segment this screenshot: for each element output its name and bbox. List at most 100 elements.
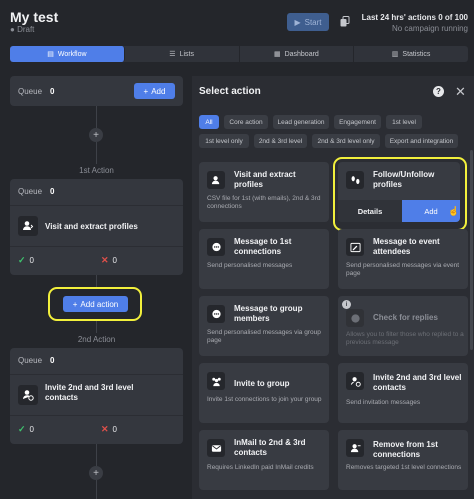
tab-statistics[interactable]: ▥ Statistics (354, 46, 468, 62)
message-icon (207, 305, 225, 323)
add-action-button[interactable]: + Add action (63, 296, 128, 312)
plus-icon: + (143, 86, 149, 96)
option-desc: Send personalised messages via group pag… (207, 329, 321, 344)
filter-export-integration[interactable]: Export and integration (385, 134, 458, 148)
campaign-status: ● Draft (10, 25, 35, 34)
workflow-icon: ▤ (47, 51, 54, 58)
option-desc: Removes targeted 1st level connections (346, 464, 462, 471)
panel-scrollbar[interactable] (470, 150, 473, 350)
info-icon[interactable]: i (342, 300, 351, 309)
option-title: Follow/Unfollow profiles (373, 170, 435, 189)
filter-lead-generation[interactable]: Lead generation (273, 115, 329, 129)
option-title: Visit and extract profiles (234, 170, 296, 189)
main-tabs: ▤ Workflow ☰ Lists ▦ Dashboard ▥ Statistics (10, 46, 468, 62)
action-card-2[interactable]: Queue 0 Invite 2nd and 3rd level contacts… (10, 348, 183, 444)
connector-line (96, 444, 97, 466)
connector-line (96, 480, 97, 499)
fail-count: ✕ 0 (101, 424, 117, 434)
event-edit-icon (346, 238, 364, 256)
tab-label: Lists (179, 50, 194, 58)
option-remove-1st[interactable]: Remove from 1st connections Removes targ… (338, 430, 468, 490)
invite-icon (346, 372, 364, 390)
action-heading: 1st Action (79, 166, 114, 175)
option-title: Check for replies (373, 313, 438, 322)
insert-step-button[interactable]: + (89, 128, 103, 142)
tab-workflow[interactable]: ▤ Workflow (10, 46, 125, 62)
visit-profile-icon (207, 171, 225, 189)
help-icon[interactable]: ? (433, 86, 444, 97)
connector-line (96, 321, 97, 333)
option-title: InMail to 2nd & 3rd contacts (234, 438, 306, 457)
replies-icon (346, 309, 364, 327)
queue-label: Queue 0 (18, 87, 55, 96)
filter-core-action[interactable]: Core action (224, 115, 268, 129)
group-icon (207, 372, 225, 390)
option-invite-2nd-3rd[interactable]: Invite 2nd and 3rd level contacts Send i… (338, 363, 468, 423)
filter-2nd-3rd-level[interactable]: 2nd & 3rd level (254, 134, 307, 148)
tab-label: Statistics (402, 50, 431, 58)
action-heading: 2nd Action (77, 335, 116, 344)
invite-icon (18, 385, 38, 405)
plus-icon: + (72, 299, 78, 309)
filter-1st-level[interactable]: 1st level (386, 115, 422, 129)
filter-all[interactable]: All (199, 115, 219, 129)
add-label: Add (424, 206, 438, 216)
option-desc: Invite 1st connections to join your grou… (207, 396, 322, 403)
status-label: Draft (17, 25, 35, 34)
remove-user-icon (346, 439, 364, 457)
option-message-event[interactable]: Message to event attendees Send personal… (338, 229, 468, 289)
option-title: Message to 1st connections (234, 237, 292, 256)
add-action-label: Add action (80, 299, 119, 309)
start-button[interactable]: ▶ Start (287, 13, 329, 31)
message-icon (207, 238, 225, 256)
option-title: Invite to group (234, 379, 290, 388)
option-desc: CSV file for 1st (with emails), 2nd & 3r… (207, 195, 321, 210)
cross-icon: ✕ (101, 424, 109, 434)
action-name: Invite 2nd and 3rd level contacts (45, 383, 134, 402)
queue-add-button[interactable]: + Add (134, 83, 175, 99)
list-icon: ☰ (169, 51, 176, 58)
option-desc: Requires LinkedIn paid InMail credits (207, 464, 314, 471)
option-desc: Send invitation messages (346, 399, 421, 406)
campaign-running-status: No campaign running (391, 24, 468, 33)
option-desc: Send personalised messages (207, 262, 293, 269)
start-label: Start (304, 17, 322, 27)
tab-dashboard[interactable]: ▦ Dashboard (240, 46, 355, 62)
details-button[interactable]: Details (338, 200, 402, 222)
daily-actions-stat: Last 24 hrs' actions 0 of 100 (361, 13, 468, 22)
statistics-icon: ▥ (391, 51, 399, 58)
check-icon: ✓ (18, 424, 26, 434)
filter-2nd-3rd-level-only[interactable]: 2nd & 3rd level only (312, 134, 380, 148)
option-inmail[interactable]: InMail to 2nd & 3rd contacts Requires Li… (199, 430, 329, 490)
option-desc: Allows you to filter those who replied t… (346, 331, 464, 346)
success-count: ✓ 0 (18, 255, 34, 265)
option-title: Remove from 1st connections (373, 440, 438, 459)
footsteps-icon (346, 171, 364, 189)
tab-label: Workflow (57, 50, 87, 58)
action-card-1[interactable]: Queue 0 Visit and extract profiles ✓ 0 ✕ 0 (10, 179, 183, 275)
insert-step-button[interactable]: + (89, 466, 103, 480)
option-title: Message to group members (234, 304, 303, 323)
option-follow-unfollow[interactable]: Follow/Unfollow profiles Details Add ☝ (338, 162, 460, 222)
dashboard-icon: ▦ (273, 51, 281, 58)
cursor-icon: ☝ (448, 206, 460, 216)
filter-engagement[interactable]: Engagement (334, 115, 381, 129)
queue-label: Queue 0 (18, 187, 55, 196)
copy-icon[interactable] (340, 16, 350, 27)
close-icon[interactable]: ✕ (455, 84, 466, 100)
campaign-title: My test (10, 9, 59, 25)
panel-title: Select action (199, 86, 261, 97)
add-label: Add (151, 86, 166, 96)
filter-1st-level-only[interactable]: 1st level only (199, 134, 249, 148)
option-message-1st[interactable]: Message to 1st connections Send personal… (199, 229, 329, 289)
option-check-replies: i Check for replies Allows you to filter… (338, 296, 468, 356)
queue-label: Queue 0 (18, 356, 55, 365)
option-message-group[interactable]: Message to group members Send personalis… (199, 296, 329, 356)
divider (10, 246, 183, 247)
tab-lists[interactable]: ☰ Lists (125, 46, 240, 62)
play-icon: ▶ (294, 17, 301, 27)
option-title: Message to event attendees (373, 237, 440, 256)
option-visit-extract[interactable]: Visit and extract profiles CSV file for … (199, 162, 329, 222)
option-invite-group[interactable]: Invite to group Invite 1st connections t… (199, 363, 329, 423)
visit-profile-icon (18, 216, 38, 236)
